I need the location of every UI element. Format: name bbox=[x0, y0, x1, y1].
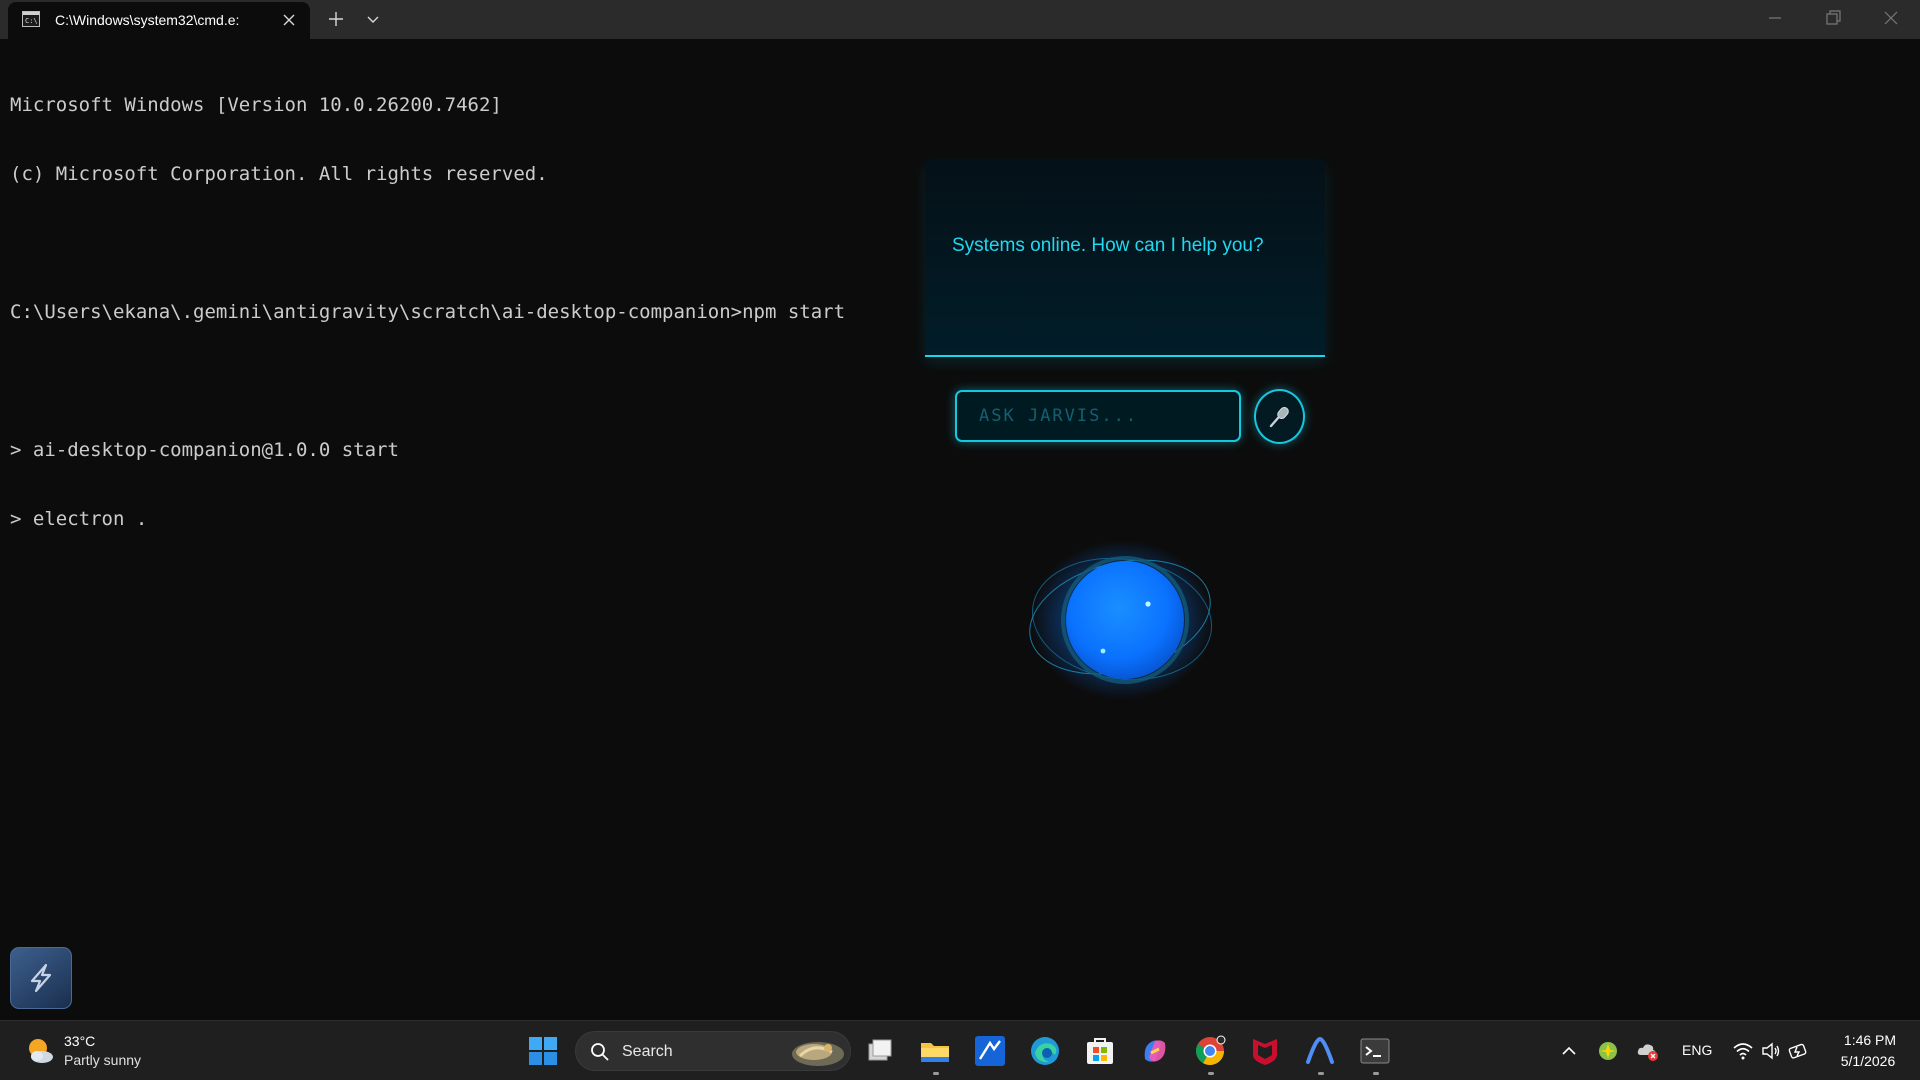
weather-temperature: 33°C bbox=[64, 1033, 96, 1049]
edge-button[interactable] bbox=[1029, 1035, 1061, 1067]
volume-icon bbox=[1762, 1042, 1780, 1060]
tab-cmd[interactable]: C:\ C:\Windows\system32\cmd.e: bbox=[8, 2, 310, 39]
network-button[interactable] bbox=[1730, 1035, 1756, 1067]
app-tray-icon bbox=[1599, 1042, 1617, 1060]
microphone-button[interactable] bbox=[1254, 389, 1305, 444]
ask-jarvis-input[interactable] bbox=[955, 390, 1241, 442]
antigravity-button[interactable] bbox=[1304, 1035, 1336, 1067]
clock-time: 1:46 PM bbox=[1843, 1032, 1897, 1048]
tab-title: C:\Windows\system32\cmd.e: bbox=[55, 12, 240, 28]
start-button[interactable] bbox=[527, 1035, 559, 1067]
file-explorer-button[interactable] bbox=[919, 1035, 951, 1067]
task-view-button[interactable] bbox=[864, 1035, 896, 1067]
edge-icon bbox=[1031, 1037, 1059, 1065]
wifi-icon bbox=[1733, 1043, 1753, 1060]
minimize-icon[interactable] bbox=[1765, 8, 1785, 28]
close-window-icon[interactable] bbox=[1881, 8, 1901, 28]
cloud-error-icon bbox=[1637, 1044, 1658, 1061]
windows-icon bbox=[529, 1037, 557, 1065]
search-icon bbox=[591, 1043, 609, 1061]
taskbar: 33°C Partly sunny Search ENG 1:46 PM 5/1… bbox=[0, 1020, 1920, 1080]
terminal-icon: C:\ bbox=[22, 11, 40, 27]
running-indicator bbox=[1318, 1072, 1324, 1075]
antigravity-icon bbox=[1306, 1036, 1334, 1064]
terminal-line: > electron . bbox=[10, 508, 148, 530]
chevron-up-icon bbox=[1562, 1046, 1576, 1055]
battery-icon bbox=[1788, 1043, 1807, 1059]
microphone-icon bbox=[1269, 406, 1289, 427]
plus-icon[interactable] bbox=[326, 9, 346, 29]
floating-app-button[interactable] bbox=[10, 947, 72, 1009]
chevron-down-icon[interactable] bbox=[364, 10, 382, 28]
search-highlight-icon bbox=[792, 1042, 844, 1066]
lightning-app-icon bbox=[30, 963, 52, 993]
mcafee-icon bbox=[1253, 1039, 1277, 1065]
terminal-line: > ai-desktop-companion@1.0.0 start bbox=[10, 439, 399, 461]
microsoft-store-icon bbox=[1087, 1038, 1113, 1064]
partly-sunny-icon bbox=[29, 1039, 53, 1063]
jarvis-orb[interactable] bbox=[1010, 535, 1230, 705]
running-indicator bbox=[933, 1072, 939, 1075]
volume-button[interactable] bbox=[1758, 1035, 1784, 1067]
cloud-status-button[interactable] bbox=[1634, 1035, 1662, 1067]
language-indicator[interactable]: ENG bbox=[1682, 1042, 1712, 1058]
battery-button[interactable] bbox=[1786, 1035, 1812, 1067]
close-icon[interactable] bbox=[280, 11, 298, 29]
weather-condition: Partly sunny bbox=[64, 1052, 142, 1068]
copilot-icon bbox=[1144, 1040, 1166, 1062]
chrome-icon bbox=[1196, 1035, 1226, 1065]
maximize-icon[interactable] bbox=[1823, 8, 1843, 28]
running-indicator bbox=[1208, 1072, 1214, 1075]
sketch-app-icon bbox=[975, 1036, 1005, 1066]
terminal-line: Microsoft Windows [Version 10.0.26200.74… bbox=[10, 94, 502, 116]
svg-text:C:\: C:\ bbox=[25, 17, 38, 25]
chrome-button[interactable] bbox=[1194, 1035, 1226, 1067]
copilot-button[interactable] bbox=[1139, 1035, 1171, 1067]
show-hidden-icons-button[interactable] bbox=[1553, 1035, 1585, 1067]
chat-message: Systems online. How can I help you? bbox=[952, 235, 1264, 256]
microsoft-store-button[interactable] bbox=[1084, 1035, 1116, 1067]
search-label: Search bbox=[622, 1043, 673, 1060]
mcafee-button[interactable] bbox=[1249, 1035, 1281, 1067]
taskbar-search[interactable]: Search bbox=[575, 1031, 851, 1071]
file-explorer-icon bbox=[921, 1043, 949, 1062]
title-bar: C:\ C:\Windows\system32\cmd.e: bbox=[0, 0, 1920, 39]
terminal-taskbar-button[interactable] bbox=[1359, 1035, 1391, 1067]
task-view-icon bbox=[868, 1039, 892, 1061]
clock-date: 5/1/2026 bbox=[1840, 1053, 1896, 1069]
chat-response-panel: Systems online. How can I help you? bbox=[925, 160, 1325, 357]
sketch-app-button[interactable] bbox=[974, 1035, 1006, 1067]
running-indicator bbox=[1373, 1072, 1379, 1075]
terminal-icon bbox=[1360, 1038, 1390, 1064]
tray-app-button[interactable] bbox=[1594, 1035, 1622, 1067]
